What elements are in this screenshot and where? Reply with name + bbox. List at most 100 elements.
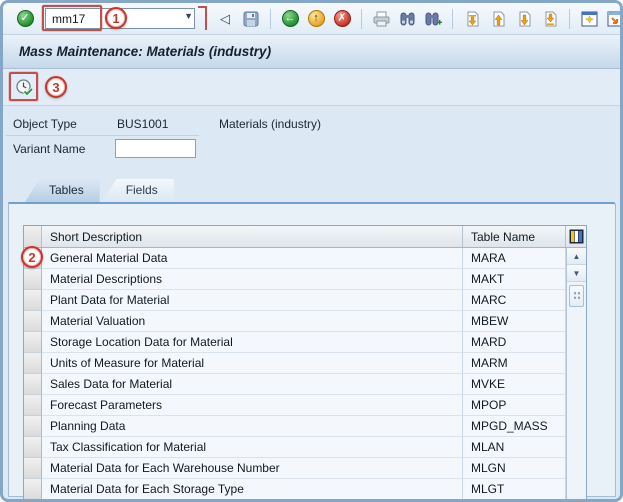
- tab-tables[interactable]: Tables: [25, 178, 100, 202]
- column-header-table-name[interactable]: Table Name: [463, 226, 566, 247]
- variant-name-input[interactable]: [115, 139, 196, 158]
- tables-grid: Short Description Table Name General Mat…: [23, 225, 587, 500]
- table-configuration-icon[interactable]: [566, 226, 586, 247]
- collapse-command-field-icon[interactable]: ◁: [215, 9, 235, 29]
- title-bar: Mass Maintenance: Materials (industry): [3, 35, 620, 69]
- command-field-dropdown-icon[interactable]: ▼: [184, 11, 193, 21]
- table-row[interactable]: Forecast ParametersMPOP: [24, 395, 586, 416]
- table-row[interactable]: Material Data for Each Storage TypeMLGT: [24, 479, 586, 500]
- short-description-cell: Material Data for Each Warehouse Number: [42, 458, 463, 479]
- table-header-row: Short Description Table Name: [24, 226, 586, 248]
- row-select-cell[interactable]: [24, 332, 42, 353]
- scrollbar-grip: [573, 291, 581, 301]
- short-description-cell: Material Data for Each Storage Type: [42, 479, 463, 500]
- save-icon[interactable]: [241, 9, 261, 29]
- table-row[interactable]: Material DescriptionsMAKT: [24, 269, 586, 290]
- table-row[interactable]: Plant Data for MaterialMARC: [24, 290, 586, 311]
- table-name-cell: MPGD_MASS: [463, 416, 566, 437]
- application-toolbar: 3: [3, 69, 620, 106]
- table-name-cell: MARA: [463, 248, 566, 269]
- table-name-cell: MLAN: [463, 437, 566, 458]
- annotation-step-1: 1: [105, 7, 127, 29]
- table-row[interactable]: Units of Measure for MaterialMARM: [24, 353, 586, 374]
- toolbar-separator: [270, 9, 271, 29]
- table-name-cell: MLGN: [463, 458, 566, 479]
- table-body: General Material DataMARAMaterial Descri…: [24, 248, 586, 500]
- select-all-header-cell[interactable]: [24, 226, 42, 247]
- toolbar-separator: [361, 9, 362, 29]
- object-type-value: BUS1001: [117, 117, 168, 131]
- row-select-cell[interactable]: [24, 395, 42, 416]
- table-name-cell: MLGT: [463, 479, 566, 500]
- row-select-cell[interactable]: [24, 353, 42, 374]
- annotation-step-3: 3: [45, 76, 67, 98]
- table-row[interactable]: General Material DataMARA: [24, 248, 586, 269]
- short-description-cell: Plant Data for Material: [42, 290, 463, 311]
- new-session-icon[interactable]: [579, 9, 599, 29]
- row-select-cell[interactable]: [24, 479, 42, 500]
- table-row[interactable]: Storage Location Data for MaterialMARD: [24, 332, 586, 353]
- short-description-cell: Planning Data: [42, 416, 463, 437]
- column-header-short-description[interactable]: Short Description: [42, 226, 463, 247]
- sap-window: ✓ mm17 ▼ 1 ◁ ← ↑ ✗: [0, 0, 623, 502]
- exit-icon[interactable]: ↑: [306, 9, 326, 29]
- enter-icon[interactable]: ✓: [15, 9, 35, 29]
- object-type-label: Object Type: [13, 117, 77, 131]
- short-description-cell: Sales Data for Material: [42, 374, 463, 395]
- first-page-icon[interactable]: [462, 9, 482, 29]
- create-shortcut-icon[interactable]: [605, 9, 623, 29]
- page-down-icon[interactable]: [514, 9, 534, 29]
- table-name-cell: MBEW: [463, 311, 566, 332]
- tab-fields[interactable]: Fields: [102, 179, 174, 202]
- short-description-cell: General Material Data: [42, 248, 463, 269]
- table-name-cell: MPOP: [463, 395, 566, 416]
- row-select-cell[interactable]: [24, 416, 42, 437]
- back-icon[interactable]: ←: [280, 9, 300, 29]
- find-icon[interactable]: [397, 9, 417, 29]
- row-select-cell[interactable]: [24, 374, 42, 395]
- short-description-cell: Material Descriptions: [42, 269, 463, 290]
- standard-toolbar: ✓ mm17 ▼ 1 ◁ ← ↑ ✗: [3, 3, 620, 35]
- print-icon[interactable]: [371, 9, 391, 29]
- table-name-cell: MARM: [463, 353, 566, 374]
- variant-name-label: Variant Name: [13, 142, 85, 156]
- vertical-scrollbar: ▲ ▼: [566, 248, 586, 499]
- annotation-bracket-mark: [198, 6, 207, 30]
- table-name-cell: MARD: [463, 332, 566, 353]
- scroll-up-button[interactable]: ▲: [567, 248, 586, 265]
- object-type-description: Materials (industry): [219, 117, 321, 131]
- table-row[interactable]: Material ValuationMBEW: [24, 311, 586, 332]
- toolbar-separator: [569, 9, 570, 29]
- row-select-cell[interactable]: [24, 290, 42, 311]
- execute-button-wrapper: [13, 76, 35, 98]
- toolbar-separator: [452, 9, 453, 29]
- page-up-icon[interactable]: [488, 9, 508, 29]
- tabstrip: Tables Fields: [25, 178, 174, 202]
- table-name-cell: MAKT: [463, 269, 566, 290]
- annotation-step-2: 2: [21, 246, 43, 268]
- command-field-wrapper: mm17 ▼ 1: [45, 8, 195, 29]
- form-divider: [6, 135, 199, 136]
- row-select-cell[interactable]: [24, 311, 42, 332]
- short-description-cell: Units of Measure for Material: [42, 353, 463, 374]
- short-description-cell: Tax Classification for Material: [42, 437, 463, 458]
- table-row[interactable]: Sales Data for MaterialMVKE: [24, 374, 586, 395]
- table-name-cell: MVKE: [463, 374, 566, 395]
- page-title: Mass Maintenance: Materials (industry): [19, 44, 271, 59]
- row-select-cell[interactable]: [24, 269, 42, 290]
- find-next-icon[interactable]: [423, 9, 443, 29]
- scroll-down-button[interactable]: ▼: [567, 265, 586, 282]
- row-select-cell[interactable]: [24, 437, 42, 458]
- scrollbar-thumb[interactable]: [569, 285, 584, 307]
- last-page-icon[interactable]: [540, 9, 560, 29]
- short-description-cell: Material Valuation: [42, 311, 463, 332]
- row-select-cell[interactable]: [24, 458, 42, 479]
- table-row[interactable]: Planning DataMPGD_MASS: [24, 416, 586, 437]
- table-name-cell: MARC: [463, 290, 566, 311]
- table-row[interactable]: Material Data for Each Warehouse NumberM…: [24, 458, 586, 479]
- execute-icon[interactable]: [14, 77, 34, 97]
- enter-check-glyph: ✓: [17, 10, 34, 27]
- cancel-icon[interactable]: ✗: [332, 9, 352, 29]
- short-description-cell: Storage Location Data for Material: [42, 332, 463, 353]
- table-row[interactable]: Tax Classification for MaterialMLAN: [24, 437, 586, 458]
